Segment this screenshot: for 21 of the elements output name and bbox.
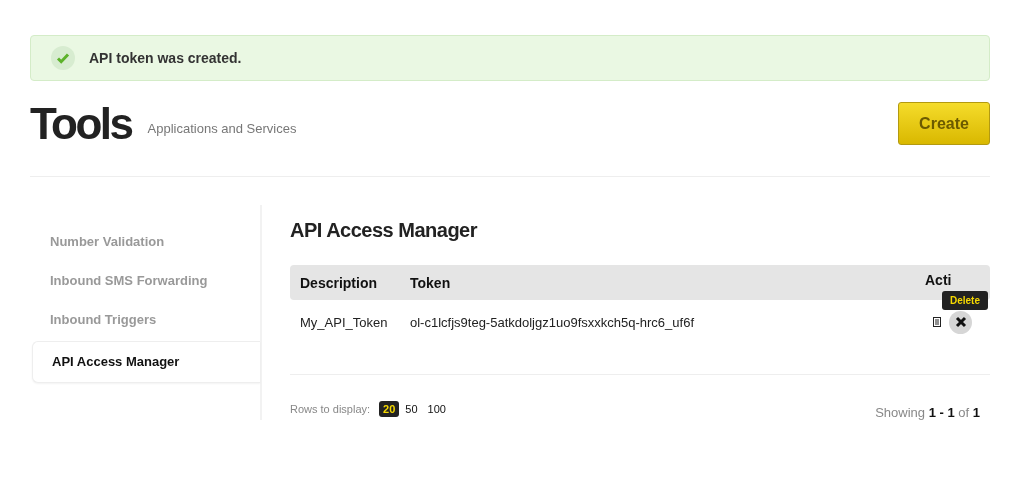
rows-label: Rows to display: <box>290 402 371 415</box>
document-icon[interactable] <box>933 317 941 327</box>
page-size-option[interactable]: 100 <box>423 400 450 417</box>
column-header: Token <box>409 274 452 291</box>
close-icon <box>954 316 967 328</box>
showing-count: Showing 1 - 1 of 1 <box>875 405 980 420</box>
table-cell-text: ol-c1lcfjs9teg-5atkdoljgz1uo9fsxxkch5q-hrc6_uf6f <box>409 314 695 330</box>
delete-button[interactable] <box>949 310 972 334</box>
column-header: Acti <box>925 271 953 288</box>
page-size-option[interactable]: 50 <box>401 400 422 417</box>
page-title: Tools <box>30 98 132 149</box>
sidebar-item[interactable]: API Access Manager <box>32 341 260 383</box>
section-heading: API Access Manager <box>290 219 479 242</box>
page-subtitle: Applications and Services <box>147 121 297 136</box>
alert-message: API token was created. <box>89 50 242 66</box>
column-header: Description <box>299 274 378 291</box>
create-button[interactable]: Create <box>898 102 990 145</box>
page-size-option[interactable]: 20 <box>379 400 400 417</box>
table-cell-text: My_API_Token <box>299 314 389 330</box>
check-icon <box>51 46 75 70</box>
delete-tooltip: Delete <box>942 291 988 310</box>
